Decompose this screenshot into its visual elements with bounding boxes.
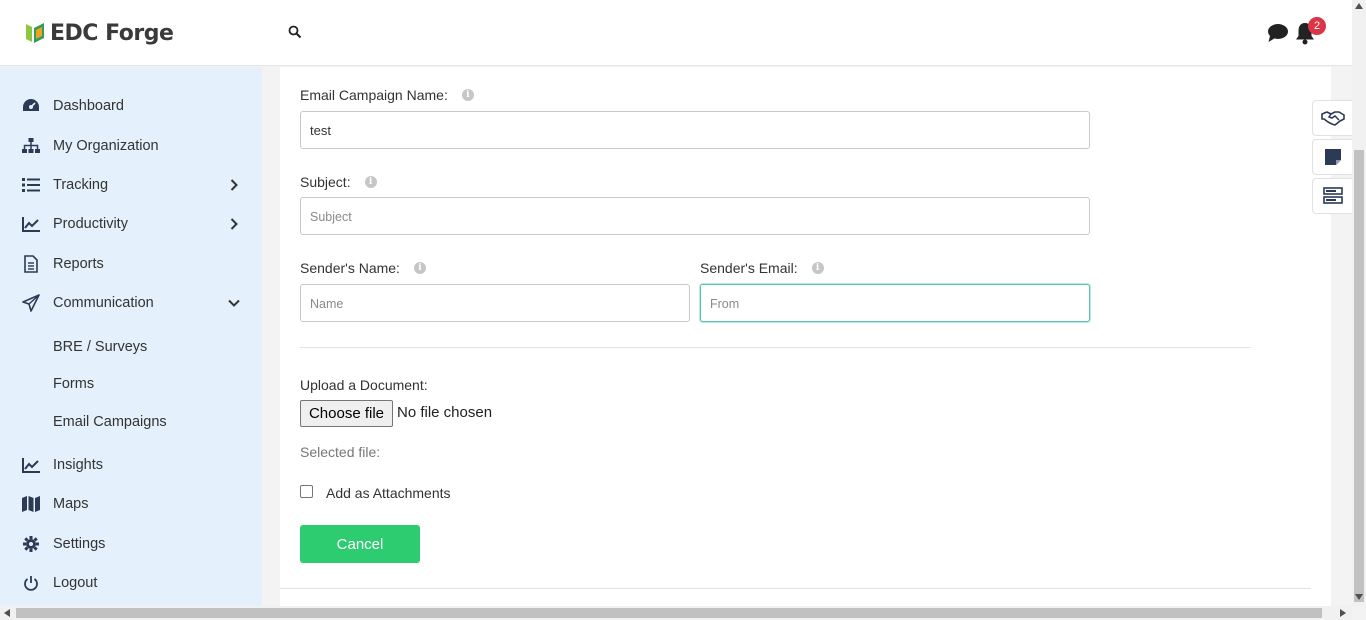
sticky-note-icon bbox=[1324, 149, 1341, 165]
sidebar-item-label: Reports bbox=[53, 256, 104, 272]
chevron-right-icon bbox=[230, 179, 238, 191]
chevron-down-icon bbox=[228, 299, 240, 307]
sidebar-item-tracking[interactable]: Tracking bbox=[0, 169, 262, 201]
server-icon bbox=[1322, 187, 1343, 204]
info-icon[interactable]: i bbox=[364, 176, 377, 188]
sidebar-subitem-email-campaigns[interactable]: Email Campaigns bbox=[53, 414, 167, 430]
subject-label-text: Subject: bbox=[300, 174, 351, 190]
attachment-checkbox[interactable] bbox=[300, 485, 313, 498]
handshake-icon bbox=[1320, 111, 1345, 126]
sidebar-subitem-forms[interactable]: Forms bbox=[53, 376, 94, 392]
sender-email-label-text: Sender's Email: bbox=[700, 260, 798, 276]
info-icon[interactable]: i bbox=[413, 262, 426, 274]
sender-name-label-text: Sender's Name: bbox=[300, 260, 400, 276]
campaign-name-label: Email Campaign Name: i bbox=[300, 87, 474, 103]
campaign-name-label-text: Email Campaign Name: bbox=[300, 87, 448, 103]
subject-input[interactable] bbox=[300, 197, 1090, 235]
power-icon bbox=[21, 573, 41, 593]
sidebar-item-label: Tracking bbox=[53, 177, 109, 193]
sidebar-item-label: Productivity bbox=[53, 216, 128, 232]
email-campaign-form: Email Campaign Name: i Subject: i Sender… bbox=[280, 67, 1331, 606]
gear-icon bbox=[21, 534, 41, 554]
divider bbox=[280, 588, 1311, 589]
vertical-scrollbar[interactable] bbox=[1352, 0, 1366, 606]
sidebar-item-logout[interactable]: Logout bbox=[0, 567, 262, 599]
sidebar-item-communication[interactable]: Communication bbox=[0, 287, 262, 319]
sitemap-icon bbox=[21, 136, 41, 156]
sidebar-item-maps[interactable]: Maps bbox=[0, 488, 262, 520]
sender-name-input[interactable] bbox=[300, 284, 690, 322]
scroll-up-arrow-icon[interactable] bbox=[1355, 3, 1363, 9]
sidebar-item-label: Settings bbox=[53, 536, 106, 552]
logo-text: EDC Forge bbox=[50, 20, 174, 46]
cancel-button[interactable]: Cancel bbox=[300, 525, 420, 563]
document-icon bbox=[21, 254, 41, 274]
dashboard-icon bbox=[21, 96, 41, 116]
sidebar-item-productivity[interactable]: Productivity bbox=[0, 208, 262, 240]
campaign-name-input[interactable] bbox=[300, 111, 1090, 149]
sticky-note-button[interactable] bbox=[1312, 139, 1352, 175]
upload-label: Upload a Document: bbox=[300, 377, 428, 393]
scroll-down-arrow-icon[interactable] bbox=[1355, 594, 1363, 600]
notification-badge: 2 bbox=[1308, 17, 1326, 35]
server-button[interactable] bbox=[1312, 178, 1352, 214]
paper-plane-icon bbox=[21, 293, 41, 313]
chevron-right-icon bbox=[230, 218, 238, 230]
main-content: Email Campaign Name: i Subject: i Sender… bbox=[262, 67, 1352, 606]
line-chart-icon bbox=[21, 455, 41, 475]
no-file-text: No file chosen bbox=[397, 404, 493, 421]
handshake-button[interactable] bbox=[1312, 100, 1352, 136]
sidebar-item-insights[interactable]: Insights bbox=[0, 449, 262, 481]
scroll-left-arrow-icon[interactable] bbox=[4, 609, 10, 617]
vertical-scroll-thumb[interactable] bbox=[1354, 150, 1364, 602]
sidebar-item-label: Dashboard bbox=[53, 98, 124, 114]
horizontal-scrollbar[interactable] bbox=[0, 606, 1352, 620]
horizontal-scroll-thumb[interactable] bbox=[16, 608, 1322, 618]
top-bar: EDC Forge 2 bbox=[0, 0, 1352, 66]
sidebar-item-label: My Organization bbox=[53, 138, 159, 154]
search-icon[interactable] bbox=[288, 25, 302, 39]
divider bbox=[300, 347, 1251, 348]
info-icon[interactable]: i bbox=[461, 89, 474, 101]
sender-name-label: Sender's Name: i bbox=[300, 260, 426, 276]
sidebar-item-label: Communication bbox=[53, 295, 154, 311]
sidebar-item-label: Insights bbox=[53, 457, 103, 473]
sender-email-input[interactable] bbox=[700, 284, 1090, 322]
sidebar-subitem-bre-surveys[interactable]: BRE / Surveys bbox=[53, 339, 147, 355]
line-chart-icon bbox=[21, 214, 41, 234]
map-icon bbox=[21, 494, 41, 514]
sidebar-item-settings[interactable]: Settings bbox=[0, 528, 262, 560]
info-icon[interactable]: i bbox=[811, 262, 824, 274]
attachment-label: Add as Attachments bbox=[326, 485, 451, 501]
list-icon bbox=[21, 175, 41, 195]
subject-label: Subject: i bbox=[300, 174, 377, 190]
sidebar-item-label: Maps bbox=[53, 496, 89, 512]
logo-icon bbox=[26, 23, 44, 43]
logo[interactable]: EDC Forge bbox=[24, 20, 174, 46]
chat-icon[interactable] bbox=[1267, 23, 1289, 43]
sidebar-item-label: Logout bbox=[53, 575, 98, 591]
sidebar-item-dashboard[interactable]: Dashboard bbox=[0, 90, 262, 122]
sidebar-item-my-organization[interactable]: My Organization bbox=[0, 130, 262, 162]
selected-file-label: Selected file: bbox=[300, 444, 381, 460]
sidebar-item-reports[interactable]: Reports bbox=[0, 248, 262, 280]
scroll-right-arrow-icon[interactable] bbox=[1340, 609, 1346, 617]
choose-file-button[interactable]: Choose file bbox=[300, 400, 393, 427]
sidebar: Dashboard My Organization Tracking Produ… bbox=[0, 67, 262, 606]
sender-email-label: Sender's Email: i bbox=[700, 260, 824, 276]
